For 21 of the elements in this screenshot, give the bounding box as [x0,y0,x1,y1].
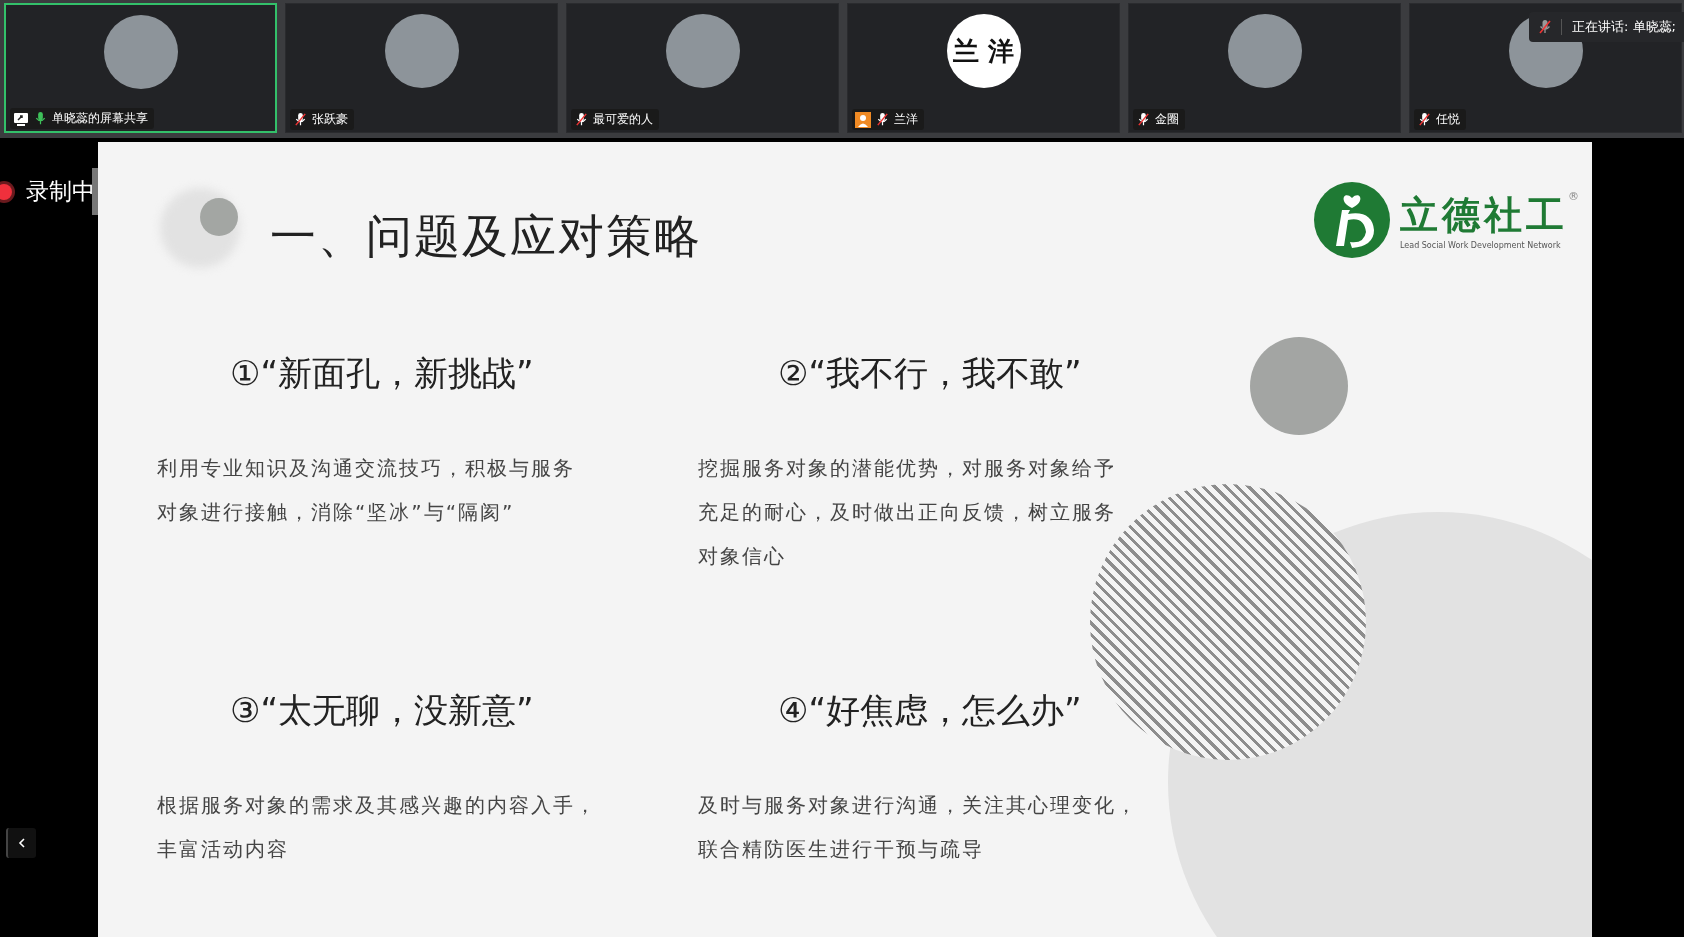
point-text: 利用专业知识及沟通交流技巧，积极与服务 对象进行接触，消除“坚冰”与“隔阂” [157,455,576,526]
participant-name: 最可爱的人 [593,111,653,128]
registered-mark: ® [1568,190,1579,203]
participant-name: 张跃豪 [312,111,348,128]
recording-label: 录制中 [26,177,95,206]
logo-tagline: Lead Social Work Development Network [1400,241,1562,250]
point-heading: ②“我不行，我不敢” [778,352,1083,395]
point-text: 及时与服务对象进行沟通，关注其心理变化， 联合精防医生进行干预与疏导 [698,792,1139,863]
point-text: 根据服务对象的需求及其感兴趣的内容入手， 丰富活动内容 [157,792,598,863]
avatar-text: 兰 洋 [946,14,1021,88]
point-heading: ③“太无聊，没新意” [230,689,535,732]
point-heading: ④“好焦虑，怎么办” [778,689,1083,732]
participant-name: 任悦 [1436,111,1460,128]
participant-name: 单晓蕊的屏幕共享 [52,110,148,127]
participant-name: 金圈 [1155,111,1179,128]
participant-name: 兰洋 [894,111,918,128]
logo-name: 立德社工 [1400,191,1568,239]
point-text: 挖掘服务对象的潜能优势，对服务对象给予 充足的耐心，及时做出正向反馈，树立服务 对象信心 [698,455,1117,570]
speaking-notice-text: 正在讲话: 单晓蕊; [1572,18,1676,36]
point-heading: ①“新面孔，新挑战” [230,352,535,395]
slide-title: 一、问题及应对策略 [270,208,702,265]
